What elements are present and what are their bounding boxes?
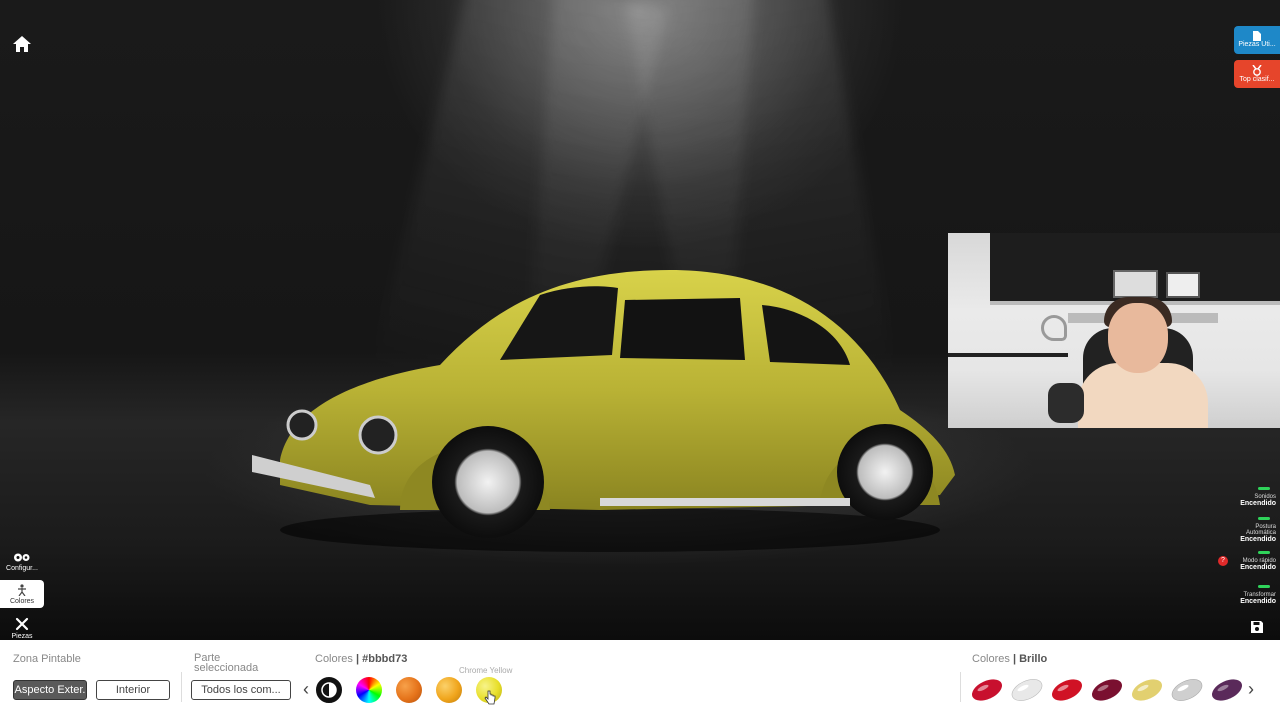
gloss-white-swatch[interactable] <box>1010 677 1044 703</box>
help-badge[interactable]: ? <box>1218 556 1228 566</box>
orange-swatch[interactable] <box>396 677 422 703</box>
sidebar-item-label: Piezas <box>11 632 33 640</box>
contrast-icon <box>321 682 337 698</box>
floppy-icon <box>1251 621 1263 633</box>
selected-part-dropdown[interactable]: Todos los com... <box>191 680 291 700</box>
status-led <box>1258 516 1270 520</box>
amber-swatch[interactable] <box>436 677 462 703</box>
swatch-tooltip: Chrome Yellow <box>459 666 513 675</box>
paint-figure-icon <box>18 583 26 596</box>
toggle-fast-mode[interactable]: Modo rápido Encendido <box>1228 542 1280 572</box>
used-parts-button[interactable]: Piezas Uti... <box>1234 26 1280 54</box>
sidebar-item-config[interactable]: Configur... <box>0 548 44 576</box>
gloss-burgundy-swatch[interactable] <box>1090 677 1124 703</box>
toggle-value: Encendido <box>1240 500 1276 508</box>
finish-label: Colores <box>972 653 1010 665</box>
gloss-red-swatch[interactable] <box>970 677 1004 703</box>
selected-part-label: Parte seleccionada <box>194 652 259 674</box>
used-parts-label: Piezas Uti... <box>1238 41 1276 49</box>
save-button[interactable] <box>1250 620 1264 634</box>
finish-value: Brillo <box>1019 653 1048 665</box>
colors-label: Colores <box>315 653 353 665</box>
zone-exterior-button[interactable]: Aspecto Exter. <box>13 680 87 700</box>
chevron-left-icon[interactable]: ‹ <box>303 679 309 700</box>
toggle-auto-stance[interactable]: Postura Automática Encendido <box>1228 514 1280 544</box>
tools-icon <box>15 617 29 630</box>
gloss-bright-red-swatch[interactable] <box>1050 677 1084 703</box>
home-icon <box>13 36 31 52</box>
chevron-right-icon[interactable]: › <box>1248 679 1254 700</box>
finish-heading: Colores | Brillo <box>972 653 1048 665</box>
paint-zone-label: Zona Pintable <box>13 653 81 665</box>
toggle-label: Postura Automática <box>1245 523 1276 537</box>
colors-heading: Colores | #bbbd73 <box>315 653 408 665</box>
status-led <box>1258 585 1270 589</box>
toggle-value: Encendido <box>1240 598 1276 606</box>
home-button[interactable] <box>10 32 34 56</box>
top-ranking-button[interactable]: Top clasif... <box>1234 60 1280 88</box>
divider <box>960 672 961 702</box>
sidebar-item-parts[interactable]: Piezas <box>0 614 44 642</box>
sidebar-item-label: Configur... <box>6 565 38 572</box>
toggle-sounds[interactable]: Sonidos Encendido <box>1228 478 1280 508</box>
status-led <box>1258 487 1270 491</box>
webcam-overlay <box>948 233 1280 428</box>
colors-hex: #bbbd73 <box>362 653 408 665</box>
top-ranking-label: Top clasif... <box>1239 75 1275 83</box>
toggle-value: Encendido <box>1240 564 1276 572</box>
zone-interior-button[interactable]: Interior <box>96 680 170 700</box>
gloss-gold-swatch[interactable] <box>1130 677 1164 703</box>
gloss-purple-swatch[interactable] <box>1210 677 1244 703</box>
sidebar-item-label: Colores <box>9 597 35 605</box>
contrast-swatch[interactable] <box>316 677 342 703</box>
medal-icon <box>1252 64 1262 76</box>
divider <box>181 672 182 702</box>
document-icon <box>1253 31 1261 42</box>
sidebar-item-colors[interactable]: Colores <box>0 580 44 608</box>
gloss-silver-swatch[interactable] <box>1170 677 1204 703</box>
color-wheel-swatch[interactable] <box>356 677 382 703</box>
gears-icon <box>14 553 30 562</box>
car-model[interactable] <box>240 260 980 560</box>
hand-cursor-icon <box>484 690 496 705</box>
status-led <box>1258 551 1270 555</box>
toggle-transform[interactable]: Transformar Encendido <box>1228 576 1280 606</box>
